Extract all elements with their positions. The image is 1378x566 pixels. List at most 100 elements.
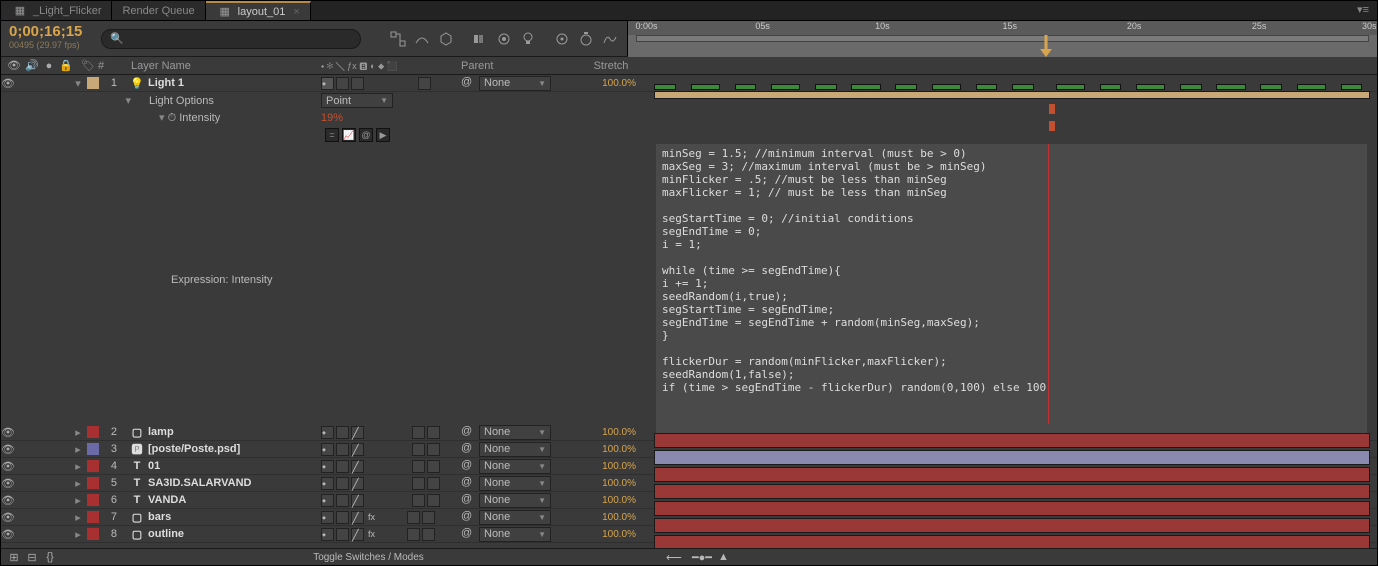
switch[interactable]: ╱: [351, 477, 364, 490]
frame-blend-icon[interactable]: [471, 30, 489, 48]
parent-dropdown[interactable]: None▼: [479, 476, 551, 491]
switch[interactable]: ╱: [351, 426, 364, 439]
tab-render-queue[interactable]: Render Queue: [112, 1, 205, 20]
switch[interactable]: ⬩: [321, 528, 334, 541]
switch[interactable]: [427, 426, 440, 439]
speaker-column-icon[interactable]: 🔊: [25, 59, 39, 73]
parent-dropdown[interactable]: None▼: [479, 76, 551, 91]
switch[interactable]: [336, 460, 349, 473]
label-color[interactable]: [87, 494, 99, 506]
switch[interactable]: [427, 460, 440, 473]
switch[interactable]: [336, 426, 349, 439]
zoom-slider[interactable]: ━●━: [692, 551, 710, 563]
layer-bar[interactable]: [654, 501, 1369, 516]
stopwatch-icon[interactable]: [577, 30, 595, 48]
stretch-value[interactable]: 100.0%: [576, 78, 646, 89]
brackets-icon[interactable]: {}: [43, 550, 57, 564]
parent-dropdown[interactable]: None▼: [479, 527, 551, 542]
switch[interactable]: [336, 443, 349, 456]
eye-column-icon[interactable]: 👁: [7, 59, 21, 73]
switch[interactable]: ╱: [351, 460, 364, 473]
eye-toggle[interactable]: 👁: [1, 425, 15, 439]
switch[interactable]: [427, 494, 440, 507]
stopwatch-icon[interactable]: ⏱: [168, 112, 177, 124]
label-color[interactable]: [87, 460, 99, 472]
twirl-icon[interactable]: ▸: [73, 494, 83, 507]
switch[interactable]: [422, 528, 435, 541]
switch[interactable]: [407, 528, 420, 541]
twirl-icon[interactable]: ▸: [73, 477, 83, 490]
zoom-in-icon[interactable]: ▲: [718, 551, 736, 563]
draft3d-icon[interactable]: [437, 30, 455, 48]
switch[interactable]: [427, 443, 440, 456]
switch[interactable]: [336, 77, 349, 90]
graph-editor-icon[interactable]: [601, 30, 619, 48]
twirl-icon[interactable]: ▾: [73, 77, 83, 90]
switch[interactable]: ⬩: [321, 77, 334, 90]
switch[interactable]: ⬩: [321, 494, 334, 507]
stretch-value[interactable]: 100.0%: [576, 478, 646, 489]
switch[interactable]: [412, 426, 425, 439]
expr-pickwhip-icon[interactable]: @: [359, 128, 373, 142]
eye-toggle[interactable]: 👁: [1, 476, 15, 490]
label-color[interactable]: [87, 426, 99, 438]
layer-bar[interactable]: [654, 467, 1369, 482]
stretch-value[interactable]: 100.0%: [576, 427, 646, 438]
pickwhip-icon[interactable]: @: [461, 527, 475, 541]
parent-dropdown[interactable]: None▼: [479, 493, 551, 508]
switch[interactable]: ⬩: [321, 443, 334, 456]
switch[interactable]: ⬩: [321, 511, 334, 524]
close-icon[interactable]: ×: [293, 6, 299, 18]
switch[interactable]: [412, 494, 425, 507]
pickwhip-icon[interactable]: @: [461, 476, 475, 490]
switch[interactable]: [336, 528, 349, 541]
stretch-value[interactable]: 100.0%: [576, 444, 646, 455]
label-color[interactable]: [87, 528, 99, 540]
switch[interactable]: [336, 511, 349, 524]
layer-bar[interactable]: [654, 484, 1369, 499]
solo-column-icon[interactable]: ●: [43, 59, 56, 73]
eye-toggle[interactable]: 👁: [1, 442, 15, 456]
work-area-bar[interactable]: [636, 35, 1369, 42]
layer-bar[interactable]: [654, 91, 1369, 99]
switch[interactable]: [412, 443, 425, 456]
switch[interactable]: [412, 460, 425, 473]
pickwhip-icon[interactable]: @: [461, 442, 475, 456]
auto-keyframe-icon[interactable]: [553, 30, 571, 48]
light-type-dropdown[interactable]: Point▼: [321, 93, 393, 108]
label-color[interactable]: [87, 477, 99, 489]
eye-toggle[interactable]: 👁: [1, 527, 15, 541]
pickwhip-icon[interactable]: @: [461, 76, 475, 90]
twirl-icon[interactable]: ▸: [73, 511, 83, 524]
keyframe-marker[interactable]: [1049, 121, 1055, 131]
parent-dropdown[interactable]: None▼: [479, 442, 551, 457]
switch[interactable]: [407, 511, 420, 524]
switch[interactable]: [427, 477, 440, 490]
switch[interactable]: ╱: [351, 443, 364, 456]
switch[interactable]: [336, 494, 349, 507]
motion-blur-icon[interactable]: [495, 30, 513, 48]
panel-menu-icon[interactable]: ▾≡: [1349, 1, 1377, 20]
intensity-value[interactable]: 19%: [321, 112, 343, 124]
eye-toggle[interactable]: 👁: [1, 493, 15, 507]
switch[interactable]: ⬩: [321, 477, 334, 490]
layer-search-input[interactable]: [101, 29, 361, 49]
twirl-icon[interactable]: ▸: [73, 528, 83, 541]
lock-column-icon[interactable]: 🔒: [59, 59, 73, 73]
expr-enable-icon[interactable]: =: [325, 128, 339, 142]
layer-bar[interactable]: [654, 535, 1369, 548]
stretch-value[interactable]: 100.0%: [576, 512, 646, 523]
expr-language-icon[interactable]: ▶: [376, 128, 390, 142]
stretch-value[interactable]: 100.0%: [576, 529, 646, 540]
layer-bar[interactable]: [654, 518, 1369, 533]
keyframe-marker[interactable]: [1049, 104, 1055, 114]
stretch-value[interactable]: 100.0%: [576, 495, 646, 506]
switch[interactable]: ╱: [351, 528, 364, 541]
current-timecode[interactable]: 0;00;16;15: [9, 23, 93, 40]
switch[interactable]: ╱: [351, 494, 364, 507]
shy-icon[interactable]: [413, 30, 431, 48]
label-color[interactable]: [87, 511, 99, 523]
layer-row[interactable]: 👁 ▾1 💡Light 1 ⬩ @None▼ 100.0%: [1, 75, 1377, 92]
pickwhip-icon[interactable]: @: [461, 425, 475, 439]
tab-light-flicker[interactable]: ▦_Light_Flicker: [1, 1, 112, 20]
